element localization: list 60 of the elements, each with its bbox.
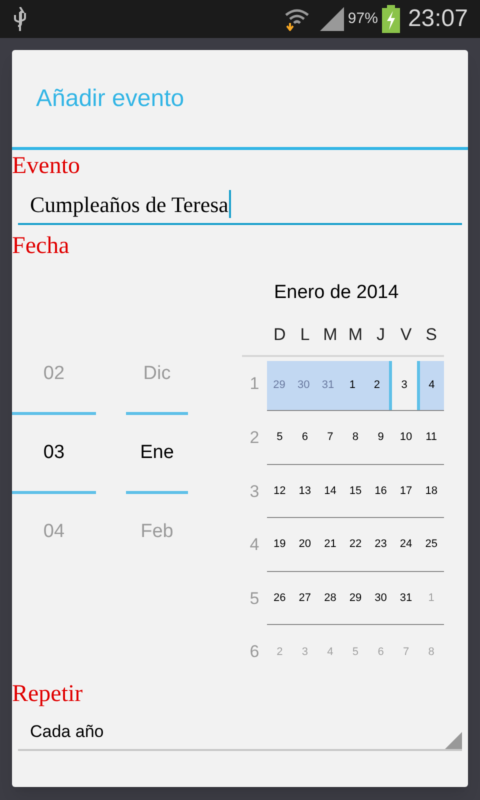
calendar-day[interactable]: 29 <box>342 572 368 624</box>
calendar-day[interactable]: 26 <box>267 572 292 624</box>
dialog-title: Añadir evento <box>36 84 184 114</box>
calendar-day[interactable]: 18 <box>418 464 444 518</box>
calendar-day[interactable]: 22 <box>342 518 368 571</box>
calendar-day[interactable]: 25 <box>418 518 444 571</box>
week-number: 3 <box>248 480 260 503</box>
calendar-day[interactable]: 14 <box>318 464 343 518</box>
calendar-day[interactable]: 19 <box>267 518 292 571</box>
event-label: Evento <box>12 152 81 181</box>
event-input-field[interactable]: Cumpleaños de Teresa <box>18 185 462 225</box>
calendar-day[interactable]: 31 <box>393 572 419 624</box>
week-number: 2 <box>248 426 260 449</box>
calendar-day[interactable]: 28 <box>318 572 343 624</box>
calendar-day[interactable]: 1 <box>340 361 365 410</box>
repeat-label: Repetir <box>12 680 84 709</box>
calendar-day[interactable]: 23 <box>368 518 394 571</box>
calendar-day[interactable]: 2 <box>364 361 390 410</box>
calendar-day[interactable]: 21 <box>318 518 343 571</box>
weekday-header: J <box>376 324 386 346</box>
calendar-day[interactable]: 24 <box>393 518 419 571</box>
weekday-header: M <box>322 324 338 346</box>
picker-item[interactable]: Ene <box>126 415 188 491</box>
weekday-header: L <box>299 324 311 346</box>
clock: 23:07 <box>408 4 468 34</box>
week-number: 6 <box>248 641 260 664</box>
calendar-title: Enero de 2014 <box>274 281 400 305</box>
calendar-day[interactable]: 12 <box>267 464 292 518</box>
weekday-header: D <box>272 324 287 346</box>
date-label: Fecha <box>12 232 70 261</box>
calendar-day[interactable]: 7 <box>318 410 343 464</box>
calendar-day[interactable]: 30 <box>368 572 394 624</box>
weekday-header: M <box>347 324 364 346</box>
calendar-day[interactable]: 10 <box>393 410 419 464</box>
battery-charging-icon <box>382 5 400 33</box>
picker-item[interactable]: 03 <box>12 415 96 491</box>
calendar-day[interactable]: 27 <box>292 572 318 624</box>
week-number: 1 <box>248 373 260 396</box>
calendar-day[interactable]: 6 <box>292 410 318 464</box>
signal-icon <box>318 7 344 31</box>
week-number: 5 <box>248 588 260 610</box>
calendar-day[interactable]: 17 <box>393 464 419 518</box>
calendar-day[interactable]: 3 <box>389 361 420 410</box>
dropdown-corner-icon <box>445 732 462 749</box>
usb-icon <box>12 7 28 31</box>
calendar-day[interactable]: 16 <box>368 464 394 518</box>
wifi-icon <box>284 7 310 31</box>
repeat-spinner[interactable]: Cada año <box>18 715 462 751</box>
weekday-header: S <box>424 324 438 346</box>
calendar-day[interactable]: 8 <box>342 410 368 464</box>
calendar-day[interactable]: 4 <box>420 361 444 410</box>
calendar-day[interactable]: 9 <box>368 410 394 464</box>
calendar-day[interactable]: 15 <box>342 464 368 518</box>
weekday-header: V <box>399 324 413 346</box>
calendar-day[interactable]: 20 <box>292 518 318 571</box>
calendar-day[interactable]: 11 <box>418 410 444 464</box>
week-number: 4 <box>248 534 260 556</box>
calendar-day[interactable]: 13 <box>292 464 318 518</box>
battery-percent: 97% <box>348 8 378 29</box>
calendar-day[interactable]: 5 <box>267 410 292 464</box>
